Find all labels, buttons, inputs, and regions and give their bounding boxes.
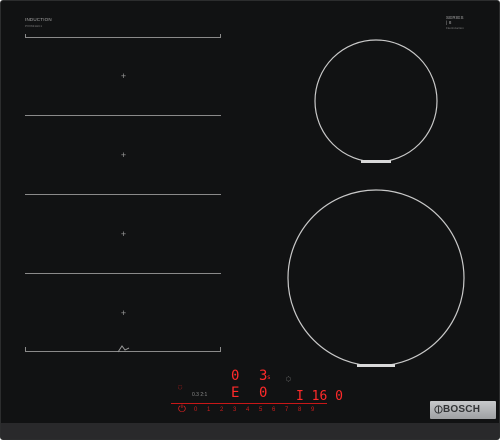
- bottom-frame: [1, 423, 499, 439]
- flex-mode-level-display: 0: [259, 385, 268, 401]
- timer-display: I 16 0: [296, 389, 343, 404]
- slider-step-8[interactable]: 8: [298, 406, 301, 414]
- slider-step-2[interactable]: 2: [220, 406, 223, 414]
- info-label: 0.3 2:1: [192, 392, 208, 398]
- slider-step-1[interactable]: 1: [207, 406, 210, 414]
- heat-indicator-icon: ◌: [178, 383, 183, 391]
- slider-step-5[interactable]: 5: [259, 406, 262, 414]
- brand-logo-text: BOSCH: [443, 404, 481, 415]
- slider-step-6[interactable]: 6: [272, 406, 275, 414]
- burner-rear-right[interactable]: [314, 39, 438, 163]
- slider-step-9[interactable]: 9: [311, 406, 314, 414]
- slider-step-4[interactable]: 4: [246, 406, 249, 414]
- timer-icon[interactable]: ◌: [286, 375, 291, 383]
- slider-step-0[interactable]: 0: [194, 406, 197, 414]
- burner-front-right-marker: [357, 364, 395, 367]
- burner-rear-right-marker: [361, 160, 391, 163]
- burner-front-right[interactable]: [287, 189, 465, 367]
- slider-step-3[interactable]: 3: [233, 406, 236, 414]
- slider-step-7[interactable]: 7: [285, 406, 288, 414]
- slider-track[interactable]: [171, 403, 327, 404]
- zone-right-power-subscript: s: [267, 374, 271, 381]
- burners-layer: [287, 39, 465, 367]
- bosch-logo-icon: [434, 405, 443, 414]
- flex-mode-display: E: [231, 385, 240, 401]
- zone-left-power-display: 0: [231, 368, 240, 384]
- cooktop-surface: INDUCTION PXX631HC1 SERIES | 8 FlexInduc…: [0, 0, 500, 440]
- power-button-icon[interactable]: ⏻: [178, 405, 186, 415]
